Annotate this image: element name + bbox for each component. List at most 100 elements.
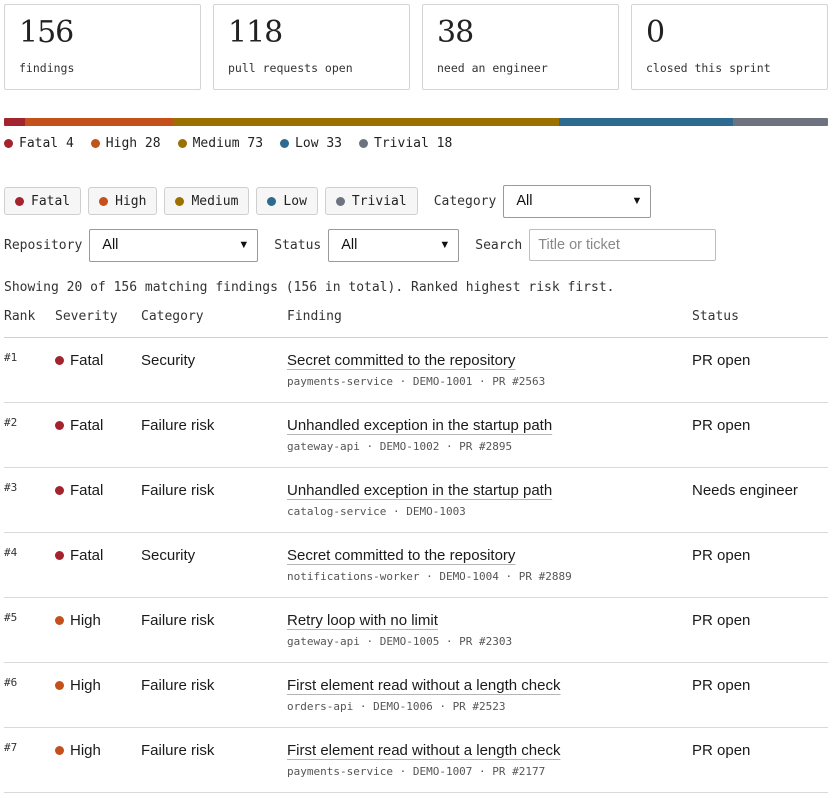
- severity-dot-icon: [280, 139, 290, 148]
- rank-value: #4: [4, 546, 18, 559]
- stat-value: 38: [437, 15, 474, 50]
- legend-text: Low 33: [295, 136, 343, 151]
- status-cell: PR open: [692, 352, 751, 369]
- severity-label: Fatal: [70, 352, 104, 369]
- severity-cell: Fatal: [55, 352, 103, 369]
- category-cell: Failure risk: [141, 677, 215, 694]
- column-header-category: Category: [141, 309, 204, 324]
- table-header: Rank Severity Category Finding Status: [4, 308, 828, 338]
- column-header-rank: Rank: [4, 309, 36, 324]
- finding-meta: gateway-api · DEMO-1005 · PR #2303: [287, 635, 513, 648]
- results-summary: Showing 20 of 156 matching findings (156…: [4, 280, 615, 295]
- severity-dot-icon: [55, 746, 64, 755]
- rank-value: #3: [4, 481, 18, 494]
- finding-title-link[interactable]: Unhandled exception in the startup path: [287, 417, 552, 434]
- table-row: #2 Fatal Failure risk Unhandled exception i…: [4, 403, 828, 468]
- legend-text: Fatal 4: [19, 136, 74, 151]
- severity-cell: Fatal: [55, 482, 103, 499]
- status-cell: PR open: [692, 612, 751, 629]
- severity-dot-icon: [55, 681, 64, 690]
- table-row: #7 High Failure risk First element read wit…: [4, 728, 828, 793]
- column-header-severity: Severity: [55, 309, 118, 324]
- category-cell: Failure risk: [141, 612, 215, 629]
- severity-dot-icon: [267, 196, 277, 206]
- finding-meta: payments-service · DEMO-1007 · PR #2177: [287, 765, 546, 778]
- distribution-segment-high: [25, 118, 174, 126]
- legend-item-low: Low 33: [280, 136, 342, 151]
- severity-dot-icon: [359, 139, 369, 148]
- search-placeholder: Title or ticket: [538, 237, 620, 253]
- rank-value: #6: [4, 676, 18, 689]
- finding-title-link[interactable]: Retry loop with no limit: [287, 612, 438, 629]
- filter-bar-secondary: Repository All ▼ Status All ▼ Search Tit…: [4, 228, 717, 262]
- chip-label: Fatal: [31, 193, 71, 209]
- severity-label: High: [70, 612, 101, 629]
- severity-distribution-bar: [4, 118, 828, 126]
- stat-label: closed this sprint: [646, 61, 771, 75]
- severity-filter-high[interactable]: High: [88, 187, 158, 215]
- distribution-segment-trivial: [732, 118, 828, 126]
- stat-card-findings: 156 findings: [4, 4, 201, 90]
- severity-label: Fatal: [70, 482, 104, 499]
- finding-meta: orders-api · DEMO-1006 · PR #2523: [287, 700, 506, 713]
- severity-filter-fatal[interactable]: Fatal: [4, 187, 82, 215]
- distribution-segment-low: [558, 118, 733, 126]
- category-select-value: All: [516, 193, 533, 209]
- severity-dot-icon: [4, 139, 13, 148]
- severity-label: High: [70, 742, 101, 759]
- rank-value: #1: [4, 351, 18, 364]
- repository-select[interactable]: All ▼: [89, 228, 259, 262]
- severity-filter-trivial[interactable]: Trivial: [324, 187, 418, 215]
- table-row: #6 High Failure risk First element read wit…: [4, 663, 828, 728]
- severity-filter-low[interactable]: Low: [256, 187, 318, 215]
- stat-card-pull-requests: 118 pull requests open: [213, 4, 410, 90]
- severity-filter-medium[interactable]: Medium: [164, 187, 250, 215]
- finding-title-link[interactable]: First element read without a length chec…: [287, 677, 560, 694]
- column-header-status: Status: [692, 309, 739, 324]
- finding-title-link[interactable]: Unhandled exception in the startup path: [287, 482, 552, 499]
- status-select[interactable]: All ▼: [328, 228, 460, 262]
- severity-dot-icon: [55, 616, 64, 625]
- severity-dot-icon: [90, 139, 100, 148]
- repository-select-value: All: [102, 237, 119, 253]
- severity-dot-icon: [55, 551, 64, 560]
- severity-label: Fatal: [70, 417, 104, 434]
- legend-text: Medium 73: [192, 136, 264, 151]
- status-cell: PR open: [692, 547, 751, 564]
- chip-label: Trivial: [351, 193, 407, 209]
- search-input[interactable]: Title or ticket: [529, 229, 717, 261]
- finding-meta: gateway-api · DEMO-1002 · PR #2895: [287, 440, 513, 453]
- severity-dot-icon: [99, 196, 109, 206]
- finding-title-link[interactable]: Secret committed to the repository: [287, 352, 515, 369]
- stat-cards: 156 findings 118 pull requests open 38 n…: [4, 4, 828, 90]
- finding-meta: notifications-worker · DEMO-1004 · PR #2…: [287, 570, 572, 583]
- column-header-finding: Finding: [287, 309, 342, 324]
- category-cell: Security: [141, 547, 196, 564]
- finding-title-link[interactable]: First element read without a length chec…: [287, 742, 560, 759]
- stat-value: 118: [228, 15, 283, 50]
- rank-value: #2: [4, 416, 18, 429]
- legend-item-medium: Medium 73: [177, 136, 264, 151]
- stat-value: 156: [19, 15, 74, 50]
- stat-card-need-engineer: 38 need an engineer: [422, 4, 619, 90]
- category-label: Category: [433, 193, 497, 209]
- severity-cell: Fatal: [55, 417, 103, 434]
- legend-item-fatal: Fatal 4: [4, 136, 74, 151]
- table-row: #3 Fatal Failure risk Unhandled exception i…: [4, 468, 828, 533]
- finding-meta: catalog-service · DEMO-1003: [287, 505, 466, 518]
- finding-title-link[interactable]: Secret committed to the repository: [287, 547, 515, 564]
- status-select-value: All: [341, 237, 358, 253]
- severity-cell: High: [55, 612, 101, 629]
- category-select[interactable]: All ▼: [503, 184, 652, 218]
- findings-table: #1 Fatal Security Secret committed to the r…: [4, 338, 828, 793]
- stat-card-closed-sprint: 0 closed this sprint: [631, 4, 828, 90]
- chip-label: Medium: [191, 193, 239, 209]
- status-cell: PR open: [692, 677, 751, 694]
- status-cell: PR open: [692, 417, 751, 434]
- status-cell: PR open: [692, 742, 751, 759]
- status-cell: Needs engineer: [692, 482, 798, 499]
- distribution-segment-medium: [173, 118, 559, 126]
- severity-dot-icon: [175, 196, 185, 206]
- rank-value: #7: [4, 741, 18, 754]
- legend-text: High 28: [105, 136, 161, 151]
